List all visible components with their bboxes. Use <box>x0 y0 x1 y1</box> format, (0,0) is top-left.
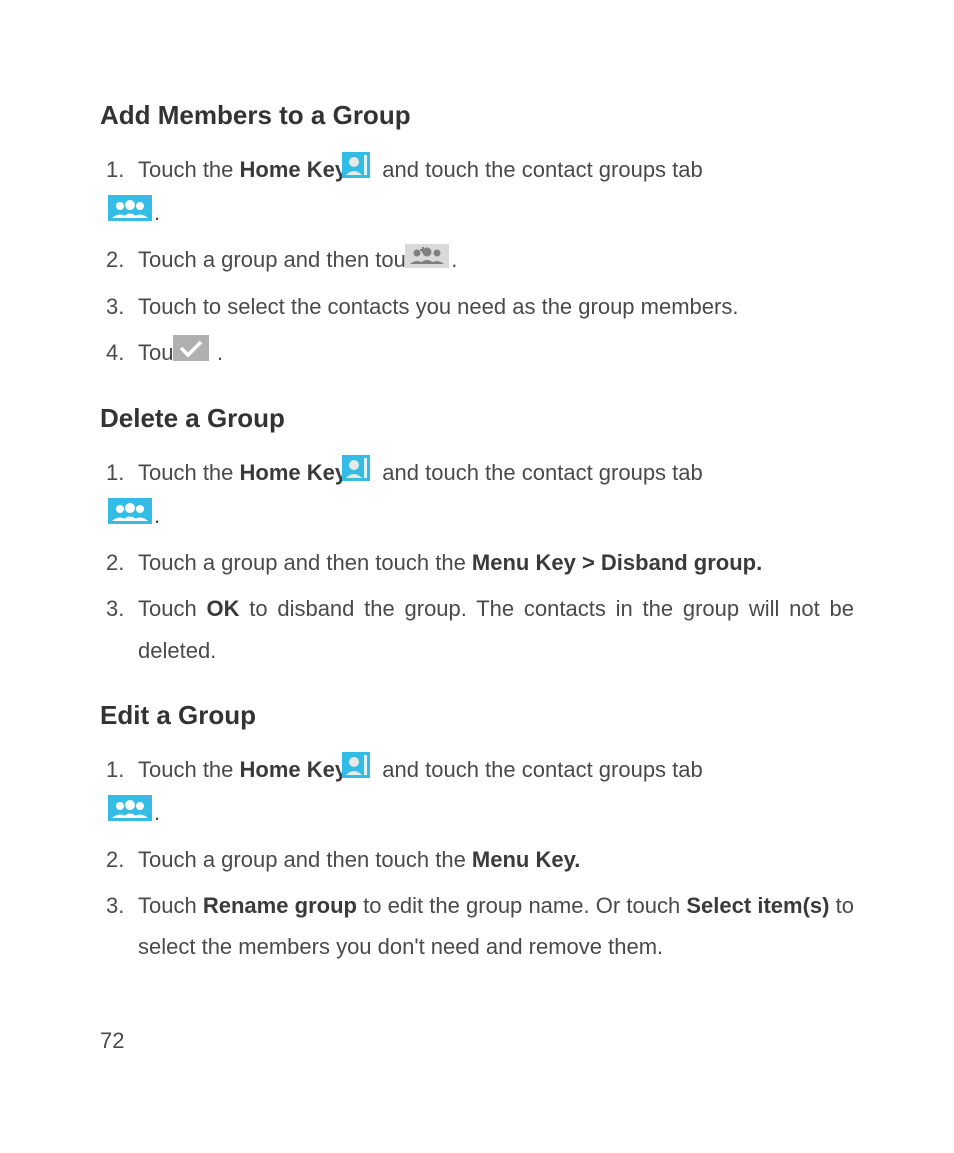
step-text: and touch the contact groups tab <box>376 157 703 182</box>
step-text: . <box>154 503 160 528</box>
step-text: to disband the group. The contacts in th… <box>138 596 854 663</box>
groups-tab-icon <box>140 793 152 835</box>
step-number: 4. <box>106 332 138 374</box>
list-item: 1.Touch the Home Key > and touch the con… <box>138 749 854 835</box>
step-text: . <box>211 340 223 365</box>
list-item: 2.Touch a group and then touch the Menu … <box>138 542 854 584</box>
step-text: Touch to select the contacts you need as… <box>138 294 738 319</box>
step-bold: Rename group <box>203 893 357 918</box>
step-number: 3. <box>106 286 138 328</box>
step-text: Touch <box>138 893 203 918</box>
step-bold: OK <box>206 596 239 621</box>
step-number: 3. <box>106 588 138 630</box>
add-group-icon <box>437 240 449 282</box>
step-text: . <box>451 247 457 272</box>
groups-tab-icon <box>140 496 152 538</box>
list-item: 3.Touch OK to disband the group. The con… <box>138 588 854 672</box>
step-text: . <box>154 200 160 225</box>
step-number: 2. <box>106 839 138 881</box>
manual-page: Add Members to a Group 1.Touch the Home … <box>0 0 954 1094</box>
step-number: 1. <box>106 149 138 191</box>
step-bold: Menu Key > Disband group. <box>472 550 762 575</box>
list-item: 4.Touch . <box>138 332 854 375</box>
step-text: Touch the <box>138 757 240 782</box>
checkmark-icon <box>205 333 209 375</box>
groups-tab-icon <box>140 193 152 235</box>
step-text: Touch the <box>138 460 240 485</box>
step-text: Touch <box>138 596 206 621</box>
list-item: 3.Touch to select the contacts you need … <box>138 286 854 328</box>
section-heading-delete-group: Delete a Group <box>100 403 854 434</box>
list-item: 2.Touch a group and then touch the Menu … <box>138 839 854 881</box>
step-text: to edit the group name. Or touch <box>357 893 686 918</box>
step-number: 2. <box>106 542 138 584</box>
list-item: 1.Touch the Home Key > and touch the con… <box>138 452 854 538</box>
step-text: . <box>154 800 160 825</box>
step-list-delete-group: 1.Touch the Home Key > and touch the con… <box>100 452 854 672</box>
step-number: 2. <box>106 239 138 281</box>
step-bold: Menu Key. <box>472 847 580 872</box>
step-bold: Select item(s) <box>686 893 829 918</box>
list-item: 3.Touch Rename group to edit the group n… <box>138 885 854 969</box>
step-number: 1. <box>106 749 138 791</box>
step-text: Touch the <box>138 157 240 182</box>
step-text: and touch the contact groups tab <box>376 757 703 782</box>
step-list-add-members: 1.Touch the Home Key > and touch the con… <box>100 149 854 375</box>
list-item: 1.Touch the Home Key > and touch the con… <box>138 149 854 235</box>
step-list-edit-group: 1.Touch the Home Key > and touch the con… <box>100 749 854 969</box>
section-heading-add-members: Add Members to a Group <box>100 100 854 131</box>
page-number: 72 <box>100 1028 854 1054</box>
step-text: Touch a group and then touch <box>138 247 435 272</box>
step-text: Touch a group and then touch the <box>138 847 472 872</box>
step-text: Touch a group and then touch the <box>138 550 472 575</box>
section-heading-edit-group: Edit a Group <box>100 700 854 731</box>
step-text: and touch the contact groups tab <box>376 460 703 485</box>
step-number: 3. <box>106 885 138 927</box>
list-item: 2.Touch a group and then touch . <box>138 239 854 282</box>
step-number: 1. <box>106 452 138 494</box>
